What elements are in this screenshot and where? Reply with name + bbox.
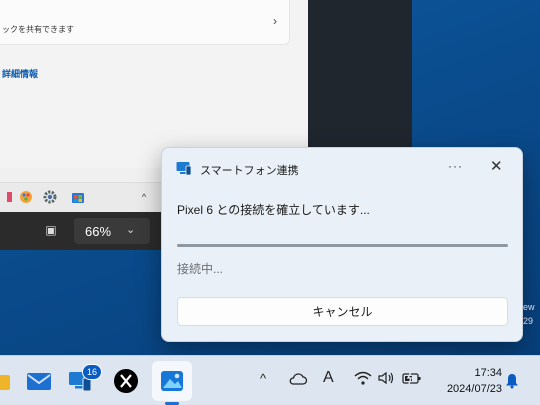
store-icon[interactable] — [70, 189, 86, 205]
chevron-up-icon[interactable]: ^ — [136, 189, 152, 205]
phone-link-app-icon — [176, 162, 192, 176]
connection-status: 接続中... — [177, 262, 224, 276]
zoom-select[interactable]: 66% ⌄ — [74, 218, 150, 244]
show-hidden-icons-chevron-icon[interactable]: ^ — [260, 371, 266, 386]
taskbar: 16 ^ A 17:34 2024/07/23 — [0, 355, 540, 405]
desktop-label-fragment-2: 29 — [523, 316, 534, 326]
clock-time: 17:34 — [474, 367, 502, 379]
zoom-value: 66% — [85, 224, 112, 239]
mail-icon[interactable] — [26, 368, 52, 394]
x-app-icon[interactable] — [113, 368, 139, 394]
folder-icon[interactable] — [0, 368, 12, 394]
screen-fit-icon[interactable]: ▣ — [42, 222, 60, 238]
cancel-button[interactable]: キャンセル — [177, 297, 508, 326]
more-options-icon[interactable]: ··· — [448, 159, 463, 173]
paint-icon[interactable] — [18, 189, 34, 205]
gear-icon[interactable] — [42, 189, 58, 205]
cloud-icon[interactable] — [289, 372, 308, 388]
progress-fill — [177, 244, 508, 247]
share-settings-card[interactable]: ックを共有できます › — [0, 0, 290, 45]
details-link[interactable]: 詳細情報 — [2, 67, 38, 80]
app-bottom-bar: ▣ 66% ⌄ — [0, 212, 162, 250]
ime-mode-icon[interactable]: A — [323, 369, 334, 387]
volume-icon[interactable] — [378, 371, 396, 388]
clock-date: 2024/07/23 — [446, 383, 502, 395]
desktop-label-fragment: ew — [523, 302, 535, 312]
settings-window: ックを共有できます › 詳細情報 — [0, 0, 308, 168]
wifi-icon[interactable] — [354, 371, 372, 388]
connection-message: Pixel 6 との接続を確立しています... — [177, 203, 370, 217]
chevron-right-icon: › — [273, 14, 277, 28]
share-settings-text: ックを共有できます — [2, 25, 74, 34]
notification-badge: 16 — [82, 364, 102, 380]
close-icon[interactable]: ✕ — [490, 157, 503, 175]
app-toolbar: ^ — [0, 182, 162, 212]
phone-link-dialog: スマートフォン連携 ··· ✕ Pixel 6 との接続を確立しています... … — [161, 147, 523, 342]
chevron-down-icon: ⌄ — [126, 224, 136, 236]
app-icon-1[interactable] — [2, 189, 18, 205]
system-clock[interactable]: 17:34 2024/07/23 — [432, 365, 502, 397]
dialog-title: スマートフォン連携 — [200, 165, 299, 177]
battery-icon[interactable] — [402, 371, 422, 388]
notification-bell-icon[interactable] — [505, 373, 519, 394]
connection-progress-bar — [177, 244, 508, 247]
photos-icon — [159, 368, 185, 394]
